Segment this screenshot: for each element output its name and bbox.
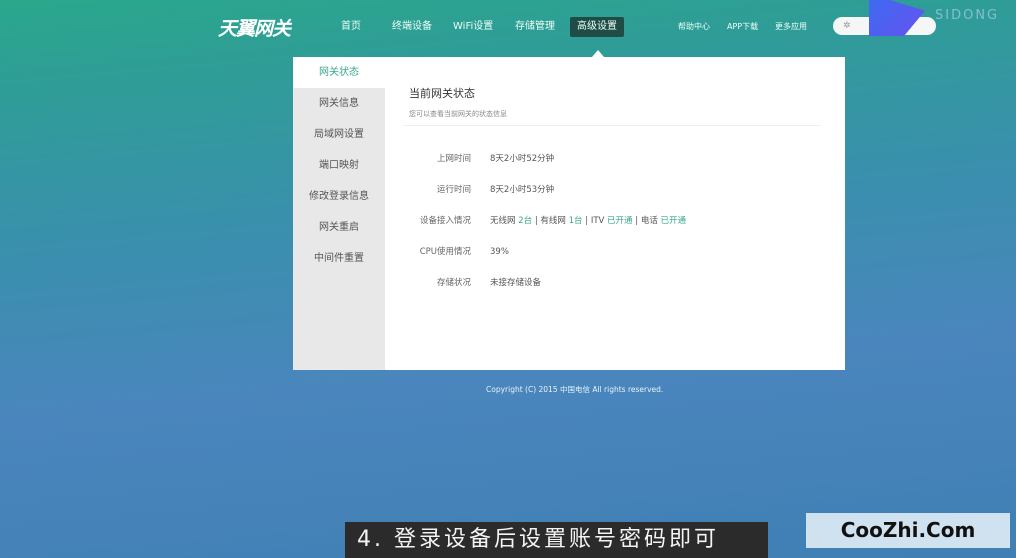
nav-app-download[interactable]: APP下载 [727, 17, 758, 37]
sidebar-item-login-info[interactable]: 修改登录信息 [293, 181, 385, 212]
phone-status: 已开通 [660, 216, 687, 226]
settings-panel: 网关状态 网关信息 局域网设置 端口映射 修改登录信息 网关重启 中间件重置 当… [293, 57, 845, 370]
row-value[interactable]: 未接存储设备 [490, 276, 541, 290]
wireless-label: 无线网 [490, 216, 516, 226]
phone-label: | 电话 [632, 216, 658, 226]
wired-count: 1台 [568, 216, 583, 226]
active-caret [592, 50, 604, 57]
row-label: 上网时间 [436, 154, 471, 164]
page-title: 当前网关状态 [409, 87, 475, 100]
row-value: 8天2小时52分钟 [490, 154, 555, 164]
nav-more-apps[interactable]: 更多应用 [775, 17, 807, 37]
status-row: 运行时间 8天2小时53分钟 [385, 183, 825, 197]
row-label: 设备接入情况 [419, 216, 471, 226]
row-value: 无线网 2台 | 有线网 1台 | ITV 已开通 | 电话 已开通 [490, 214, 686, 228]
sidebar-item-port-mapping[interactable]: 端口映射 [293, 150, 385, 181]
nav-storage[interactable]: 存储管理 [515, 17, 555, 37]
nav-devices[interactable]: 终端设备 [392, 17, 432, 37]
nav-advanced[interactable]: 高级设置 [570, 17, 624, 37]
sidebar-item-gateway-status[interactable]: 网关状态 [293, 57, 385, 88]
divider [403, 125, 821, 126]
nav-help[interactable]: 帮助中心 [678, 17, 710, 37]
video-caption: 4. 登录设备后设置账号密码即可 [345, 522, 768, 558]
content: 当前网关状态 您可以查看当前网关的状态信息 上网时间 8天2小时52分钟 运行时间… [385, 57, 845, 370]
status-row: 上网时间 8天2小时52分钟 [385, 152, 825, 166]
itv-label: | ITV [582, 216, 605, 226]
sidebar-item-reboot[interactable]: 网关重启 [293, 212, 385, 243]
watermark-text: SIDONG [935, 8, 1000, 23]
sidebar-item-middleware-reset[interactable]: 中间件重置 [293, 243, 385, 274]
row-value: 8天2小时53分钟 [490, 185, 555, 195]
sidebar-item-lan[interactable]: 局域网设置 [293, 119, 385, 150]
page-subtitle: 您可以查看当前网关的状态信息 [409, 110, 507, 118]
gear-icon: ✲ [843, 21, 851, 31]
site-badge: CooZhi.Com [806, 513, 1010, 548]
sidebar: 网关状态 网关信息 局域网设置 端口映射 修改登录信息 网关重启 中间件重置 [293, 57, 385, 370]
status-row: 存储状况 未接存储设备 [385, 276, 825, 290]
row-label: 运行时间 [436, 185, 471, 195]
wired-label: | 有线网 [532, 216, 566, 226]
wireless-count: 2台 [518, 216, 533, 226]
sidebar-item-gateway-info[interactable]: 网关信息 [293, 88, 385, 119]
copyright: Copyright (C) 2015 中国电信 All rights reser… [486, 385, 664, 394]
status-row: 设备接入情况 无线网 2台 | 有线网 1台 | ITV 已开通 | 电话 已开通 [385, 214, 825, 228]
itv-status: 已开通 [607, 216, 633, 226]
nav-home[interactable]: 首页 [341, 17, 361, 37]
row-value: 39% [490, 247, 509, 257]
logo: 天翼网关 [218, 18, 291, 40]
nav-wifi[interactable]: WiFi设置 [453, 17, 493, 37]
status-row: CPU使用情况 39% [385, 245, 825, 259]
row-label: 存储状况 [436, 278, 471, 288]
row-label: CPU使用情况 [419, 247, 471, 257]
